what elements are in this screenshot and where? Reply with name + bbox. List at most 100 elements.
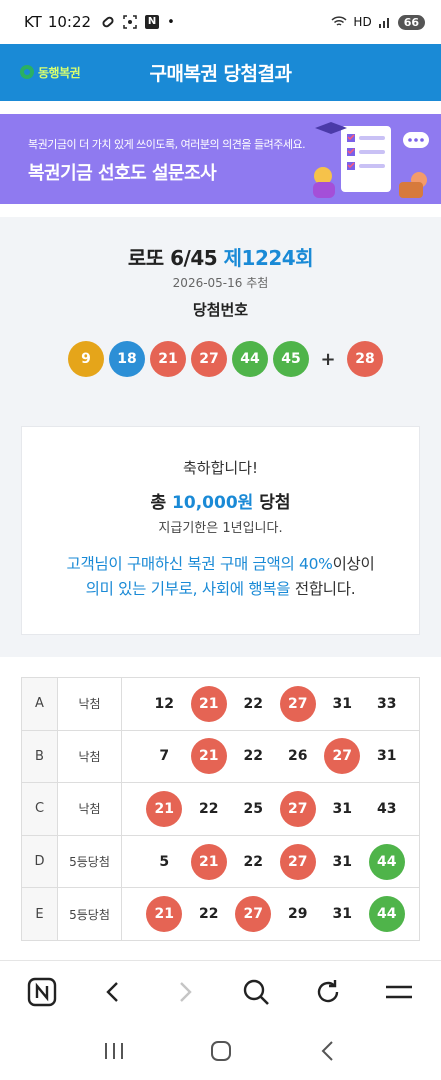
system-status: HD 66 (331, 14, 425, 30)
game-row: C 낙첨 21 22 25 27 31 43 (21, 782, 420, 836)
game-number: 43 (377, 800, 397, 817)
game-result: 낙첨 (57, 729, 122, 784)
game-row: D 5등당첨 5 21 22 27 31 44 (21, 834, 420, 889)
game-numbers-cell: 21 22 25 27 31 43 (121, 782, 420, 836)
system-navigation-bar (0, 1022, 441, 1080)
link-icon (102, 16, 114, 28)
bonus-plus-sign: + (320, 348, 336, 370)
more-notif-dot: • (167, 14, 175, 30)
prize-total-prefix: 총 (150, 493, 167, 513)
signal-icon (378, 18, 389, 28)
matched-number: 27 (279, 685, 316, 722)
game-number: 31 (332, 695, 352, 712)
menu-icon (386, 985, 413, 998)
winning-numbers: 9 18 21 27 44 45 +28 (68, 341, 383, 377)
game-number: 31 (332, 906, 352, 923)
hd-network-label: HD (353, 15, 372, 29)
matched-number: 27 (324, 738, 361, 775)
game-number: 22 (243, 695, 263, 712)
draw-date: 2026-05-16 추첨 (172, 276, 269, 290)
naver-home-button[interactable] (22, 972, 62, 1012)
survey-banner[interactable]: 복권기금이 더 가치 있게 쓰이도록, 여러분의 의견을 들려주세요. 복권기금… (0, 114, 441, 204)
game-numbers-cell: 21 22 27 29 31 44 (121, 887, 420, 941)
donation-message-part: 이상이 (332, 555, 375, 573)
matched-number: 21 (190, 738, 227, 775)
winning-ball: 44 (232, 341, 268, 377)
matched-number: 21 (146, 790, 183, 827)
congrats-heading: 축하합니다! (182, 459, 258, 477)
winning-ball: 9 (68, 341, 104, 377)
draw-round: 제1224회 (223, 246, 314, 270)
menu-button[interactable] (379, 972, 419, 1012)
winning-ball: 21 (150, 341, 186, 377)
forward-icon (179, 981, 192, 1002)
system-back-button[interactable] (308, 1031, 348, 1071)
forward-button[interactable] (165, 972, 205, 1012)
game-result: 낙첨 (57, 782, 122, 836)
prize-card: 축하합니다! 총 10,000원 당첨 지급기한은 1년입니다. 고객님이 구매… (21, 426, 420, 635)
game-slot-label: A (21, 677, 58, 731)
prize-amount: 10,000원 (172, 493, 254, 513)
home-button[interactable] (201, 1031, 241, 1071)
back-button[interactable] (93, 972, 133, 1012)
game-result: 5등당첨 (57, 834, 122, 889)
naver-home-icon (27, 977, 56, 1006)
logo-text: 동행복권 (38, 65, 81, 80)
matched-number: 44 (368, 896, 405, 933)
purchased-games-table: A 낙첨 12 21 22 27 31 33 B 낙첨 7 21 22 26 27 31 C 낙첨 21 22 25 27… (21, 677, 420, 941)
matched-number: 21 (190, 843, 227, 880)
donation-message-part: 고객님이 구매하신 복권 구매 금액의 40% (66, 555, 333, 573)
game-number: 22 (199, 906, 219, 923)
winning-numbers-label: 당첨번호 (192, 301, 249, 319)
carrier-label: KT (24, 13, 42, 31)
bonus-ball: 28 (347, 341, 383, 377)
winning-ball: 18 (109, 341, 145, 377)
search-icon (244, 979, 270, 1005)
page-header: 동행복권 구매복권 당첨결과 (0, 44, 441, 101)
notification-icons: N • (101, 15, 175, 30)
game-numbers-cell: 5 21 22 27 31 44 (121, 834, 420, 889)
matched-number: 27 (279, 790, 316, 827)
game-result: 5등당첨 (57, 887, 122, 941)
banner-title: 복권기금 선호도 설문조사 (28, 163, 217, 184)
naver-notif-icon: N (145, 15, 160, 29)
back-icon (106, 981, 119, 1002)
donation-message-part: 전합니다. (290, 580, 356, 598)
prize-total-suffix: 당첨 (259, 493, 291, 513)
game-slot-label: B (21, 729, 58, 784)
game-number: 22 (243, 748, 263, 765)
game-result: 낙첨 (57, 677, 122, 731)
game-slot-label: D (21, 834, 58, 889)
winning-ball: 27 (191, 341, 227, 377)
game-numbers-cell: 7 21 22 26 27 31 (121, 729, 420, 784)
donation-message: 고객님이 구매하신 복권 구매 금액의 40%이상이 의미 있는 기부로, 사회… (22, 552, 419, 602)
game-number: 33 (377, 695, 397, 712)
search-button[interactable] (236, 972, 276, 1012)
game-slot-label: E (21, 887, 58, 941)
game-number: 7 (159, 748, 170, 765)
prize-total: 총 10,000원 당첨 (22, 488, 419, 513)
result-section: 로또 6/45 제1224회 2026-05-16 추첨 당첨번호 9 18 21 2… (0, 217, 441, 657)
game-numbers-cell: 12 21 22 27 31 33 (121, 677, 420, 731)
matched-number: 27 (279, 843, 316, 880)
draw-title: 로또 6/45 제1224회 (0, 242, 441, 271)
matched-number: 21 (190, 685, 227, 722)
survey-illustration-icon (313, 122, 429, 198)
game-number: 31 (332, 800, 352, 817)
game-number: 29 (288, 906, 308, 923)
wifi-icon (331, 16, 347, 26)
game-number: 31 (332, 853, 352, 870)
game-number: 25 (243, 800, 263, 817)
game-number: 31 (377, 748, 397, 765)
screenshot-icon (123, 15, 137, 29)
game-row: E 5등당첨 21 22 27 29 31 44 (21, 887, 420, 941)
browser-toolbar (0, 960, 441, 1022)
game-row: A 낙첨 12 21 22 27 31 33 (21, 677, 420, 731)
recent-apps-icon (104, 1043, 123, 1059)
game-number: 12 (154, 695, 174, 712)
recent-apps-button[interactable] (94, 1031, 134, 1071)
dhlottery-logo[interactable]: 동행복권 (20, 61, 86, 83)
game-number: 22 (199, 800, 219, 817)
refresh-button[interactable] (308, 972, 348, 1012)
matched-number: 44 (368, 843, 405, 880)
